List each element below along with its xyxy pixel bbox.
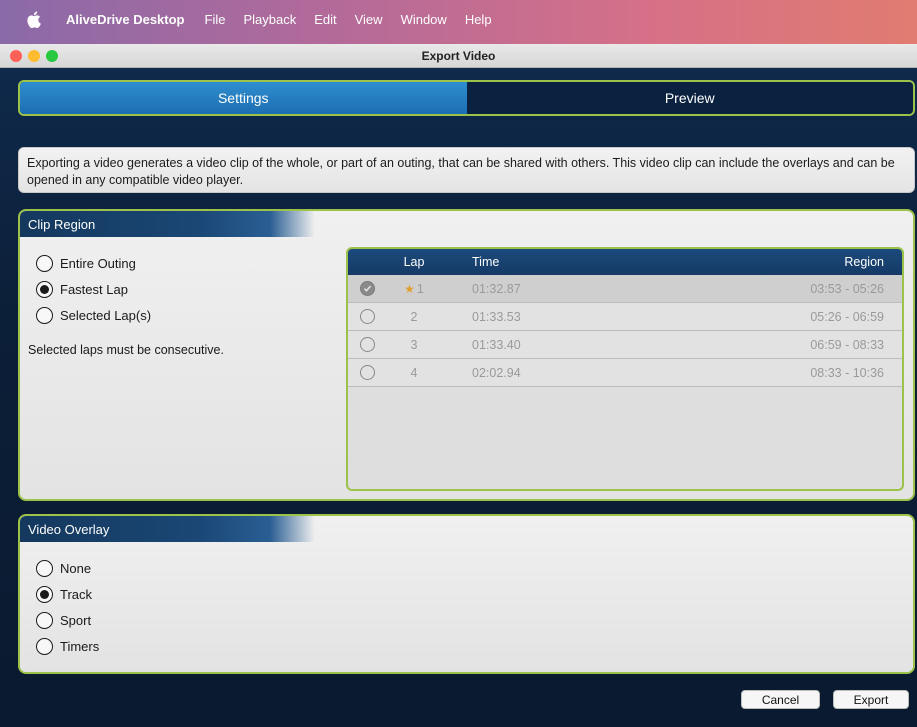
lap-time: 01:33.53 — [472, 309, 521, 324]
fastest-lap-star-icon: ★ — [404, 281, 415, 296]
laps-table: Lap Time Region ★ 1 01:32.87 03:53 - 05:2… — [346, 247, 904, 491]
minimize-window-button[interactable] — [28, 50, 40, 62]
radio-label: Selected Lap(s) — [60, 307, 152, 323]
radio-label: Fastest Lap — [60, 281, 128, 297]
lap-region: 05:26 - 06:59 — [810, 309, 884, 324]
radio-button[interactable] — [36, 637, 53, 655]
radio-timers[interactable]: Timers — [36, 633, 99, 659]
video-overlay-panel: Video Overlay None Track Sport Timers — [18, 514, 915, 674]
radio-fastest-lap[interactable]: Fastest Lap — [36, 276, 151, 302]
lap-number: 4 — [410, 365, 418, 380]
video-overlay-options: None Track Sport Timers — [36, 555, 99, 659]
menu-window[interactable]: Window — [401, 12, 447, 27]
lap-select-checkbox[interactable] — [359, 281, 375, 296]
radio-button[interactable] — [36, 280, 53, 298]
radio-selected-laps[interactable]: Selected Lap(s) — [36, 302, 151, 328]
lap-time: 02:02.94 — [472, 365, 521, 380]
menu-app-name[interactable]: AliveDrive Desktop — [66, 12, 185, 27]
radio-track[interactable]: Track — [36, 581, 99, 607]
radio-sport[interactable]: Sport — [36, 607, 99, 633]
lap-number: 3 — [410, 337, 418, 352]
lap-time: 01:32.87 — [472, 281, 521, 296]
radio-entire-outing[interactable]: Entire Outing — [36, 250, 151, 276]
radio-button[interactable] — [36, 611, 53, 629]
lap-select-checkbox[interactable] — [359, 365, 375, 380]
radio-button[interactable] — [36, 306, 53, 324]
lap-region: 06:59 - 08:33 — [810, 337, 884, 352]
table-row[interactable]: 3 01:33.40 06:59 - 08:33 — [348, 331, 902, 359]
clip-region-options: Entire Outing Fastest Lap Selected Lap(s… — [36, 250, 151, 328]
lap-select-checkbox[interactable] — [359, 309, 375, 324]
apple-icon[interactable] — [26, 10, 42, 28]
menu-playback[interactable]: Playback — [243, 12, 296, 27]
radio-button[interactable] — [36, 585, 53, 603]
menu-view[interactable]: View — [355, 12, 383, 27]
lap-number: 2 — [410, 309, 418, 324]
consecutive-laps-note: Selected laps must be consecutive. — [28, 343, 224, 357]
table-row[interactable]: 2 01:33.53 05:26 - 06:59 — [348, 303, 902, 331]
lap-select-checkbox[interactable] — [359, 337, 375, 352]
export-button[interactable]: Export — [833, 690, 909, 709]
lap-number: 1 — [416, 281, 424, 296]
close-window-button[interactable] — [10, 50, 22, 62]
header-time: Time — [472, 255, 500, 269]
radio-label: Track — [60, 586, 93, 602]
lap-region: 08:33 - 10:36 — [810, 365, 884, 380]
radio-label: None — [60, 560, 92, 576]
laps-table-header: Lap Time Region — [348, 249, 902, 275]
window-titlebar[interactable]: Export Video — [0, 44, 917, 68]
menu-file[interactable]: File — [205, 12, 226, 27]
menu-bar: AliveDrive Desktop File Playback Edit Vi… — [0, 0, 917, 44]
radio-button[interactable] — [36, 559, 53, 577]
window-title: Export Video — [421, 48, 496, 63]
radio-label: Entire Outing — [60, 255, 136, 271]
export-description: Exporting a video generates a video clip… — [18, 147, 915, 193]
traffic-lights — [10, 50, 58, 62]
menu-edit[interactable]: Edit — [314, 12, 336, 27]
lap-region: 03:53 - 05:26 — [810, 281, 884, 296]
settings-preview-tabs: Settings Preview — [18, 80, 915, 116]
radio-button[interactable] — [36, 254, 53, 272]
lap-time: 01:33.40 — [472, 337, 521, 352]
zoom-window-button[interactable] — [46, 50, 58, 62]
table-row[interactable]: 4 02:02.94 08:33 - 10:36 — [348, 359, 902, 387]
tab-preview[interactable]: Preview — [466, 82, 913, 114]
table-row[interactable]: ★ 1 01:32.87 03:53 - 05:26 — [348, 275, 902, 303]
menu-help[interactable]: Help — [465, 12, 492, 27]
export-video-window: Export Video Settings Preview Exporting … — [0, 44, 917, 727]
clip-region-panel: Clip Region Entire Outing Fastest Lap Se… — [18, 209, 915, 501]
radio-none[interactable]: None — [36, 555, 99, 581]
radio-label: Timers — [60, 638, 100, 654]
video-overlay-header: Video Overlay — [20, 516, 913, 542]
header-lap: Lap — [403, 255, 425, 269]
cancel-button[interactable]: Cancel — [741, 690, 820, 709]
header-region: Region — [844, 255, 884, 269]
clip-region-header: Clip Region — [20, 211, 913, 237]
radio-label: Sport — [60, 612, 92, 628]
tab-settings[interactable]: Settings — [20, 82, 467, 114]
